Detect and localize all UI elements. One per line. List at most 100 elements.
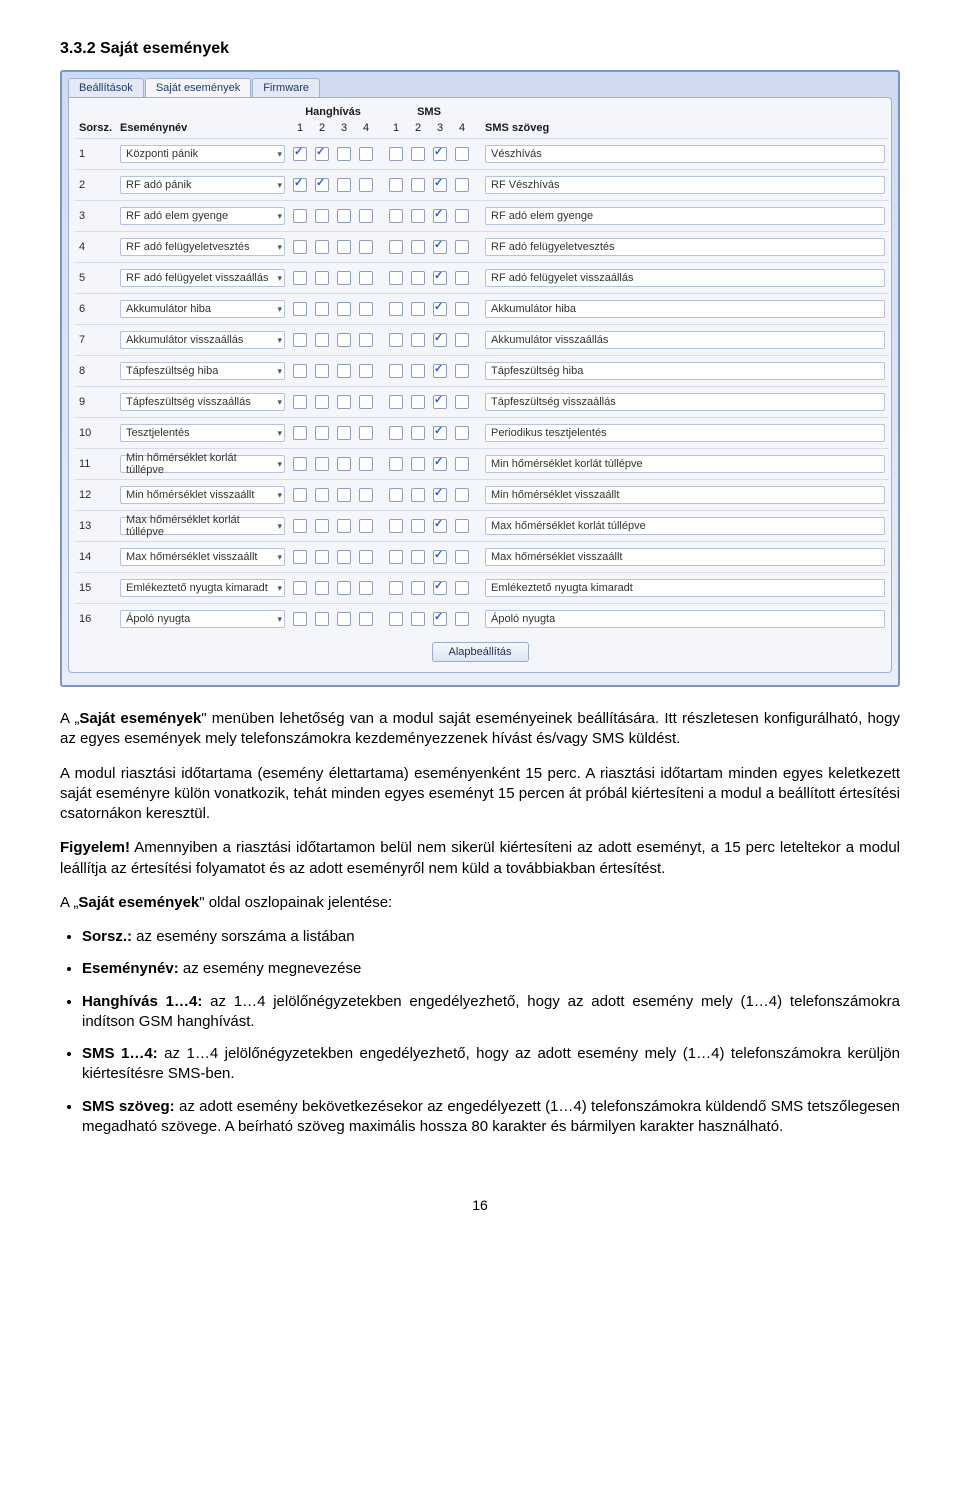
sms-checkbox-2[interactable] <box>411 488 425 502</box>
sms-checkbox-1[interactable] <box>389 302 403 316</box>
hanghivas-checkbox-1[interactable] <box>293 581 307 595</box>
hanghivas-checkbox-1[interactable] <box>293 178 307 192</box>
sms-checkbox-3[interactable] <box>433 209 447 223</box>
sms-checkbox-4[interactable] <box>455 581 469 595</box>
tab-beallitasok[interactable]: Beállítások <box>68 78 144 97</box>
hanghivas-checkbox-4[interactable] <box>359 426 373 440</box>
event-name-dropdown[interactable]: Akkumulátor hiba▾ <box>120 300 285 318</box>
hanghivas-checkbox-3[interactable] <box>337 488 351 502</box>
hanghivas-checkbox-1[interactable] <box>293 209 307 223</box>
sms-checkbox-3[interactable] <box>433 240 447 254</box>
hanghivas-checkbox-3[interactable] <box>337 147 351 161</box>
sms-text-input[interactable]: RF adó elem gyenge <box>485 207 885 225</box>
sms-checkbox-2[interactable] <box>411 364 425 378</box>
sms-checkbox-4[interactable] <box>455 333 469 347</box>
sms-checkbox-1[interactable] <box>389 395 403 409</box>
sms-checkbox-4[interactable] <box>455 147 469 161</box>
sms-checkbox-2[interactable] <box>411 581 425 595</box>
sms-checkbox-3[interactable] <box>433 426 447 440</box>
hanghivas-checkbox-1[interactable] <box>293 302 307 316</box>
sms-checkbox-1[interactable] <box>389 333 403 347</box>
hanghivas-checkbox-4[interactable] <box>359 519 373 533</box>
sms-checkbox-3[interactable] <box>433 488 447 502</box>
event-name-dropdown[interactable]: Tápfeszültség hiba▾ <box>120 362 285 380</box>
hanghivas-checkbox-3[interactable] <box>337 550 351 564</box>
hanghivas-checkbox-1[interactable] <box>293 271 307 285</box>
sms-checkbox-2[interactable] <box>411 426 425 440</box>
hanghivas-checkbox-3[interactable] <box>337 333 351 347</box>
sms-text-input[interactable]: Vészhívás <box>485 145 885 163</box>
hanghivas-checkbox-4[interactable] <box>359 488 373 502</box>
sms-checkbox-4[interactable] <box>455 457 469 471</box>
hanghivas-checkbox-3[interactable] <box>337 581 351 595</box>
sms-checkbox-4[interactable] <box>455 519 469 533</box>
sms-checkbox-1[interactable] <box>389 488 403 502</box>
event-name-dropdown[interactable]: Központi pánik▾ <box>120 145 285 163</box>
hanghivas-checkbox-3[interactable] <box>337 240 351 254</box>
sms-checkbox-2[interactable] <box>411 550 425 564</box>
hanghivas-checkbox-1[interactable] <box>293 612 307 626</box>
hanghivas-checkbox-1[interactable] <box>293 519 307 533</box>
hanghivas-checkbox-4[interactable] <box>359 240 373 254</box>
hanghivas-checkbox-1[interactable] <box>293 395 307 409</box>
hanghivas-checkbox-2[interactable] <box>315 612 329 626</box>
hanghivas-checkbox-1[interactable] <box>293 147 307 161</box>
sms-checkbox-4[interactable] <box>455 550 469 564</box>
event-name-dropdown[interactable]: Min hőmérséklet korlát túllépve▾ <box>120 455 285 473</box>
sms-checkbox-1[interactable] <box>389 178 403 192</box>
hanghivas-checkbox-1[interactable] <box>293 457 307 471</box>
sms-checkbox-3[interactable] <box>433 550 447 564</box>
hanghivas-checkbox-4[interactable] <box>359 333 373 347</box>
hanghivas-checkbox-3[interactable] <box>337 178 351 192</box>
sms-checkbox-3[interactable] <box>433 271 447 285</box>
sms-checkbox-4[interactable] <box>455 395 469 409</box>
sms-text-input[interactable]: Min hőmérséklet visszaállt <box>485 486 885 504</box>
sms-checkbox-2[interactable] <box>411 209 425 223</box>
sms-checkbox-4[interactable] <box>455 209 469 223</box>
sms-text-input[interactable]: RF Vészhívás <box>485 176 885 194</box>
event-name-dropdown[interactable]: RF adó felügyelet visszaállás▾ <box>120 269 285 287</box>
sms-text-input[interactable]: Max hőmérséklet visszaállt <box>485 548 885 566</box>
sms-checkbox-3[interactable] <box>433 519 447 533</box>
hanghivas-checkbox-2[interactable] <box>315 488 329 502</box>
sms-text-input[interactable]: Tápfeszültség hiba <box>485 362 885 380</box>
hanghivas-checkbox-2[interactable] <box>315 581 329 595</box>
sms-checkbox-1[interactable] <box>389 209 403 223</box>
hanghivas-checkbox-3[interactable] <box>337 612 351 626</box>
sms-checkbox-1[interactable] <box>389 519 403 533</box>
sms-checkbox-2[interactable] <box>411 457 425 471</box>
sms-checkbox-3[interactable] <box>433 395 447 409</box>
sms-checkbox-4[interactable] <box>455 178 469 192</box>
sms-checkbox-3[interactable] <box>433 178 447 192</box>
event-name-dropdown[interactable]: RF adó elem gyenge▾ <box>120 207 285 225</box>
sms-checkbox-2[interactable] <box>411 333 425 347</box>
sms-checkbox-4[interactable] <box>455 488 469 502</box>
sms-checkbox-2[interactable] <box>411 240 425 254</box>
hanghivas-checkbox-3[interactable] <box>337 426 351 440</box>
sms-text-input[interactable]: Ápoló nyugta <box>485 610 885 628</box>
hanghivas-checkbox-4[interactable] <box>359 209 373 223</box>
sms-checkbox-1[interactable] <box>389 457 403 471</box>
sms-text-input[interactable]: Max hőmérséklet korlát túllépve <box>485 517 885 535</box>
hanghivas-checkbox-4[interactable] <box>359 550 373 564</box>
hanghivas-checkbox-2[interactable] <box>315 457 329 471</box>
hanghivas-checkbox-2[interactable] <box>315 178 329 192</box>
sms-checkbox-1[interactable] <box>389 271 403 285</box>
sms-checkbox-3[interactable] <box>433 581 447 595</box>
event-name-dropdown[interactable]: Akkumulátor visszaállás▾ <box>120 331 285 349</box>
hanghivas-checkbox-3[interactable] <box>337 209 351 223</box>
sms-checkbox-2[interactable] <box>411 519 425 533</box>
sms-checkbox-2[interactable] <box>411 302 425 316</box>
hanghivas-checkbox-3[interactable] <box>337 271 351 285</box>
hanghivas-checkbox-4[interactable] <box>359 457 373 471</box>
hanghivas-checkbox-4[interactable] <box>359 581 373 595</box>
hanghivas-checkbox-4[interactable] <box>359 612 373 626</box>
hanghivas-checkbox-4[interactable] <box>359 364 373 378</box>
sms-checkbox-3[interactable] <box>433 147 447 161</box>
hanghivas-checkbox-4[interactable] <box>359 178 373 192</box>
sms-checkbox-2[interactable] <box>411 271 425 285</box>
hanghivas-checkbox-1[interactable] <box>293 550 307 564</box>
hanghivas-checkbox-3[interactable] <box>337 302 351 316</box>
sms-text-input[interactable]: Periodikus tesztjelentés <box>485 424 885 442</box>
sms-checkbox-2[interactable] <box>411 612 425 626</box>
